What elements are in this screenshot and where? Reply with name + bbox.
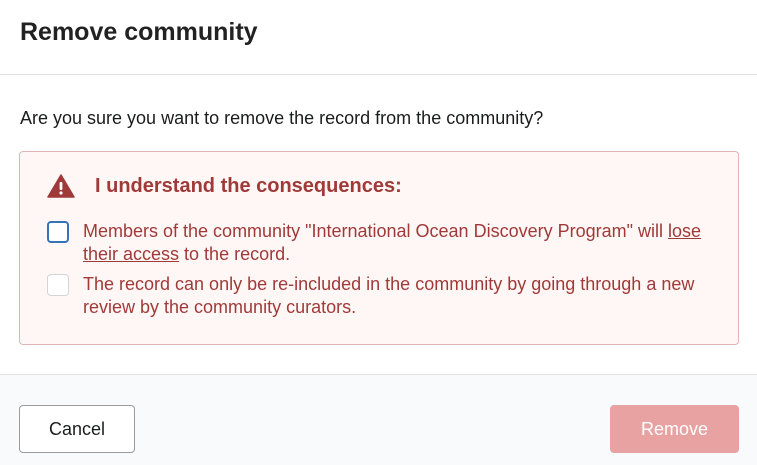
access-consent-checkbox[interactable] <box>47 221 69 243</box>
modal-actions: Cancel Remove <box>0 374 757 465</box>
warning-title: I understand the consequences: <box>95 174 402 197</box>
consequence-item-review: The record can only be re-included in th… <box>47 273 713 319</box>
access-consent-text-end: to the record. <box>179 244 291 264</box>
remove-button[interactable]: Remove <box>610 405 739 453</box>
confirmation-question: Are you sure you want to remove the reco… <box>20 108 544 128</box>
warning-triangle-icon <box>47 174 75 198</box>
access-consent-label[interactable]: Members of the community "International … <box>83 220 713 266</box>
access-consent-text: Members of the community "International … <box>83 221 668 241</box>
consequence-item-access: Members of the community "International … <box>47 220 713 266</box>
review-consent-checkbox[interactable] <box>47 274 69 296</box>
modal-title: Remove community <box>20 18 258 46</box>
warning-header: I understand the consequences: <box>47 174 402 198</box>
cancel-button[interactable]: Cancel <box>19 405 135 453</box>
remove-community-modal: Remove community Are you sure you want t… <box>0 0 757 465</box>
review-consent-label[interactable]: The record can only be re-included in th… <box>83 273 713 319</box>
consequences-warning: I understand the consequences: Members o… <box>19 151 739 345</box>
modal-header: Remove community <box>0 0 757 75</box>
